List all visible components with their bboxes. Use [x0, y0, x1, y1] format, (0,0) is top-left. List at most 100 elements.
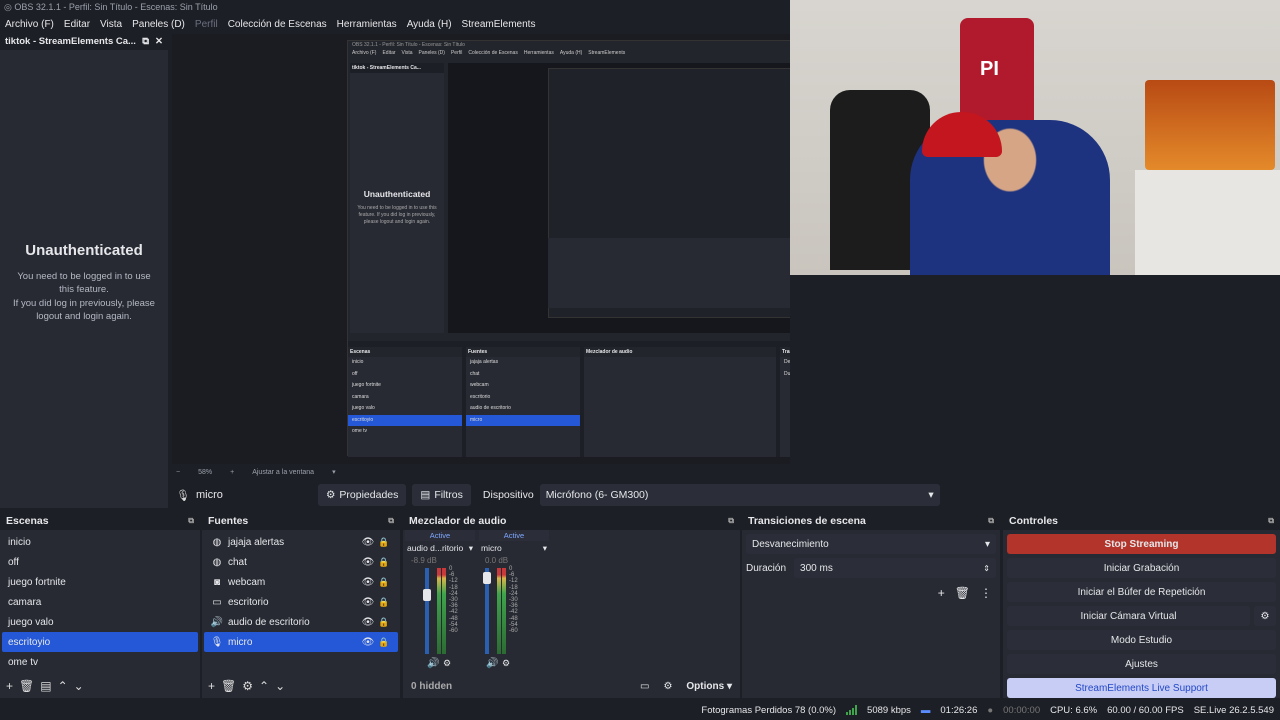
window-title-text: OBS 32.1.1 - Perfil: Sin Título - Escena…	[14, 2, 218, 12]
menu-help[interactable]: Ayuda (H)	[402, 19, 457, 30]
add-icon[interactable]: +	[6, 679, 13, 693]
volume-slider-track[interactable]	[425, 568, 429, 654]
stream-icon: ▬	[920, 704, 931, 716]
source-item-selected[interactable]: 🎙 micro 👁 🔒	[204, 632, 398, 652]
live-support-button[interactable]: StreamElements Live Support	[1007, 678, 1276, 698]
undock-icon[interactable]: ⧉	[142, 34, 149, 50]
scene-item-selected[interactable]: escritoyio	[2, 632, 198, 652]
chevron-down-icon: ▾	[542, 543, 547, 553]
up-arrow-icon[interactable]: ⌃	[58, 679, 68, 693]
scene-item[interactable]: camara	[2, 592, 198, 612]
menu-file[interactable]: Archivo (F)	[0, 19, 59, 30]
scene-item[interactable]: inicio	[2, 532, 198, 552]
trash-icon[interactable]: 🗑	[221, 679, 236, 693]
more-icon[interactable]: ⋮	[980, 586, 992, 600]
start-recording-button[interactable]: Iniciar Grabación	[1007, 558, 1276, 578]
close-icon[interactable]: ✕	[155, 34, 163, 50]
stop-streaming-button[interactable]: Stop Streaming	[1007, 534, 1276, 554]
source-item[interactable]: ◍ chat 👁 🔒	[204, 552, 398, 572]
lock-icon[interactable]: 🔒	[376, 617, 392, 628]
lock-icon[interactable]: 🔒	[376, 637, 392, 648]
source-item[interactable]: ◍ jajaja alertas 👁 🔒	[204, 532, 398, 552]
source-label: jajaja alertas	[228, 536, 285, 548]
lock-icon[interactable]: 🔒	[376, 537, 392, 548]
menu-profile[interactable]: Perfil	[190, 19, 223, 30]
eye-icon[interactable]: 👁	[360, 577, 376, 588]
menu-edit[interactable]: Editar	[59, 19, 95, 30]
eye-icon[interactable]: 👁	[360, 537, 376, 548]
source-item[interactable]: 🔊 audio de escritorio 👁 🔒	[204, 612, 398, 632]
float-icon[interactable]: ⧉	[1268, 516, 1274, 526]
source-item[interactable]: ▭ escritorio 👁 🔒	[204, 592, 398, 612]
studio-mode-button[interactable]: Modo Estudio	[1007, 630, 1276, 650]
filter-icon[interactable]: ▤	[40, 679, 51, 693]
lock-icon[interactable]: 🔒	[376, 597, 392, 608]
gear-icon[interactable]: ⚙	[242, 679, 253, 693]
menu-docks[interactable]: Paneles (D)	[127, 19, 190, 30]
scene-item[interactable]: juego valo	[2, 612, 198, 632]
spin-arrows-icon[interactable]: ⇕	[983, 564, 990, 573]
up-arrow-icon[interactable]: ⌃	[259, 679, 269, 693]
trash-icon[interactable]: 🗑	[19, 679, 34, 693]
add-icon[interactable]: +	[208, 679, 215, 693]
layout-icon[interactable]: ▭	[640, 681, 649, 692]
bed-image	[1135, 170, 1280, 275]
speaker-icon[interactable]: 🔊	[486, 658, 498, 669]
source-label: chat	[228, 556, 247, 568]
source-label: webcam	[228, 576, 266, 588]
settings-button[interactable]: Ajustes	[1007, 654, 1276, 674]
nested-mixer: Mezclador de audio	[584, 347, 776, 457]
menu-tools[interactable]: Herramientas	[332, 19, 402, 30]
controls-title: Controles	[1009, 515, 1059, 527]
replay-buffer-button[interactable]: Iniciar el Búfer de Repetición	[1007, 582, 1276, 602]
meter-tick: -18	[509, 584, 518, 591]
record-time: 00:00:00	[1003, 704, 1041, 716]
filters-button[interactable]: ▤ Filtros	[412, 484, 471, 506]
channel-name[interactable]: audio d...ritorio ▾	[405, 541, 475, 556]
lock-icon[interactable]: 🔒	[376, 557, 392, 568]
source-label: audio de escritorio	[228, 616, 310, 628]
scene-label: off	[8, 556, 19, 568]
float-icon[interactable]: ⧉	[728, 516, 734, 526]
gear-icon[interactable]: ⚙	[1254, 606, 1276, 626]
lock-icon[interactable]: 🔒	[376, 577, 392, 588]
speaker-icon[interactable]: 🔊	[427, 658, 439, 669]
float-icon[interactable]: ⧉	[388, 516, 394, 526]
volume-slider-handle[interactable]	[423, 588, 431, 601]
volume-slider-handle[interactable]	[483, 571, 491, 584]
eye-icon[interactable]: 👁	[360, 597, 376, 608]
virtual-camera-button[interactable]: Iniciar Cámara Virtual	[1007, 606, 1250, 626]
down-arrow-icon[interactable]: ⌄	[74, 679, 84, 693]
channel-label: micro	[481, 543, 502, 553]
duration-spinbox[interactable]: 300 ms ⇕	[794, 558, 996, 578]
trash-icon[interactable]: 🗑	[955, 586, 970, 600]
chevron-down-icon[interactable]: ▾	[332, 468, 336, 476]
menu-scene-collection[interactable]: Colección de Escenas	[223, 19, 332, 30]
gear-icon[interactable]: ⚙	[443, 658, 451, 669]
float-icon[interactable]: ⧉	[988, 516, 994, 526]
menu-streamelements[interactable]: StreamElements	[457, 19, 541, 30]
scene-item[interactable]: juego fortnite	[2, 572, 198, 592]
gear-icon[interactable]: ⚙	[502, 658, 510, 669]
eye-icon[interactable]: 👁	[360, 557, 376, 568]
zoom-out-icon[interactable]: −	[176, 469, 180, 476]
eye-icon[interactable]: 👁	[360, 637, 376, 648]
down-arrow-icon[interactable]: ⌄	[275, 679, 285, 693]
scenes-header: Escenas ⧉	[0, 512, 200, 530]
channel-name[interactable]: micro ▾	[479, 541, 549, 556]
scene-item[interactable]: off	[2, 552, 198, 572]
controls-panel: Controles ⧉ Stop Streaming Iniciar Grabac…	[1003, 512, 1280, 698]
transition-select[interactable]: Desvanecimiento ▾	[746, 534, 996, 554]
add-icon[interactable]: +	[938, 586, 945, 600]
float-icon[interactable]: ⧉	[188, 516, 194, 526]
eye-icon[interactable]: 👁	[360, 617, 376, 628]
source-item[interactable]: ◙ webcam 👁 🔒	[204, 572, 398, 592]
options-button[interactable]: Options ▾	[686, 681, 732, 692]
preview-canvas[interactable]: OBS 32.1.1 - Perfil: Sin Título - Escena…	[172, 34, 790, 464]
settings-icon[interactable]: ⚙	[663, 681, 672, 692]
zoom-in-icon[interactable]: +	[230, 469, 234, 476]
menu-view[interactable]: Vista	[95, 19, 127, 30]
scene-item[interactable]: ome tv	[2, 652, 198, 672]
device-select[interactable]: Micrófono (6- GM300) ▾	[539, 484, 940, 506]
properties-button[interactable]: ⚙ Propiedades	[318, 484, 407, 506]
